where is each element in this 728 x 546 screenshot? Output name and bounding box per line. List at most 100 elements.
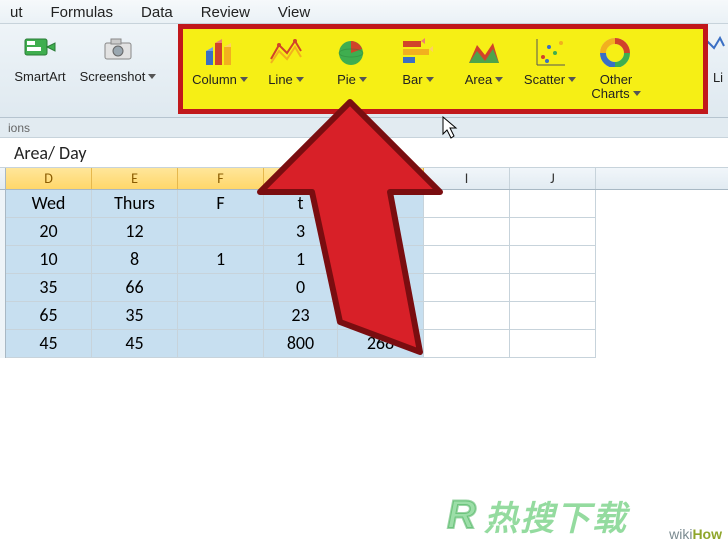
cell[interactable]: 606 [338, 218, 424, 246]
smartart-label: SmartArt [14, 70, 65, 84]
cell[interactable] [424, 246, 510, 274]
col-header-F[interactable]: F [178, 168, 264, 189]
scatter-chart-icon [533, 35, 567, 69]
pie-chart-icon [335, 35, 369, 69]
line-chart-label: Line [268, 73, 304, 87]
cell[interactable]: 35 [92, 302, 178, 330]
cell[interactable]: 10 [6, 246, 92, 274]
col-header-E[interactable]: E [92, 168, 178, 189]
cell[interactable] [424, 190, 510, 218]
screenshot-icon [101, 32, 135, 66]
cell[interactable]: 450 [338, 274, 424, 302]
cell[interactable]: 268 [338, 330, 424, 358]
table-row: 10 8 1 1 540 [0, 246, 728, 274]
cell[interactable]: 45 [6, 330, 92, 358]
tab-view[interactable]: View [278, 4, 310, 19]
formula-bar-value: Area/ Day [0, 142, 87, 164]
tab-cutoff[interactable]: ut [10, 4, 23, 19]
ribbon-tabs: ut Formulas Data Review View [0, 0, 728, 24]
cell[interactable]: 3 [264, 218, 338, 246]
cell[interactable]: 20 [6, 218, 92, 246]
cell[interactable] [424, 274, 510, 302]
ribbon-group-illustrations: SmartArt Screenshot [0, 26, 164, 117]
other-charts-label-2: Charts [591, 87, 640, 101]
cell[interactable]: 661 [338, 302, 424, 330]
cell[interactable]: 65 [6, 302, 92, 330]
tab-review[interactable]: Review [201, 4, 250, 19]
cell[interactable]: 0 [264, 274, 338, 302]
column-chart-button[interactable]: Column [187, 31, 253, 87]
scatter-chart-label: Scatter [524, 73, 576, 87]
table-row: 20 12 3 606 [0, 218, 728, 246]
cell[interactable]: 23 [264, 302, 338, 330]
cell[interactable] [424, 218, 510, 246]
grid-rows: Wed Thurs F t Sun 20 12 3 606 10 8 1 1 5… [0, 190, 728, 358]
watermark-wiki: wiki [669, 526, 692, 542]
cell[interactable]: Wed [6, 190, 92, 218]
bar-chart-icon [401, 35, 435, 69]
spreadsheet: D E F G H I J Wed Thurs F t Sun 20 12 3 … [0, 168, 728, 358]
area-chart-button[interactable]: Area [451, 31, 517, 87]
smartart-button[interactable]: SmartArt [4, 28, 76, 84]
formula-bar[interactable]: Area/ Day [0, 138, 728, 168]
area-chart-icon [467, 35, 501, 69]
cell[interactable]: Thurs [92, 190, 178, 218]
tab-data[interactable]: Data [141, 4, 173, 19]
column-chart-label: Column [192, 73, 248, 87]
cell[interactable]: 35 [6, 274, 92, 302]
cell[interactable]: F [178, 190, 264, 218]
cell[interactable]: 66 [92, 274, 178, 302]
cell[interactable] [178, 302, 264, 330]
line-chart-button[interactable]: Line [253, 31, 319, 87]
col-header-H[interactable]: H [338, 168, 424, 189]
col-header-I[interactable]: I [424, 168, 510, 189]
cell[interactable] [178, 330, 264, 358]
col-header-D[interactable]: D [6, 168, 92, 189]
pie-chart-button[interactable]: Pie [319, 31, 385, 87]
col-header-J[interactable]: J [510, 168, 596, 189]
screenshot-button[interactable]: Screenshot [76, 28, 160, 84]
bar-chart-button[interactable]: Bar [385, 31, 451, 87]
table-row: 65 35 23 661 [0, 302, 728, 330]
cell[interactable] [510, 190, 596, 218]
line-chart-icon [269, 35, 303, 69]
other-charts-icon [599, 35, 633, 69]
cell[interactable] [510, 274, 596, 302]
table-row: 45 45 800 268 [0, 330, 728, 358]
cell[interactable]: 800 [264, 330, 338, 358]
cell[interactable] [424, 302, 510, 330]
cell[interactable] [510, 330, 596, 358]
cell[interactable] [178, 218, 264, 246]
area-chart-label: Area [465, 73, 503, 87]
sparkline-line-button-cutoff[interactable]: Li [708, 24, 728, 114]
ribbon-group-charts-highlight: Column Line Pie Bar Area Scatter Other [178, 24, 708, 114]
tab-formulas[interactable]: Formulas [51, 4, 114, 19]
bar-chart-label: Bar [402, 73, 433, 87]
col-header-G[interactable]: G [264, 168, 338, 189]
cell[interactable]: 1 [178, 246, 264, 274]
cell[interactable] [510, 302, 596, 330]
cell[interactable] [510, 218, 596, 246]
watermark-cn-text: 热搜下载 [484, 491, 628, 540]
illustrations-group-label-cutoff: ions [0, 121, 30, 135]
cell[interactable]: Sun [338, 190, 424, 218]
watermark-cn: R 热搜下载 [447, 491, 628, 540]
column-chart-icon [203, 35, 237, 69]
watermark-wikihow: wikiHow [669, 526, 722, 542]
cell[interactable]: 540 [338, 246, 424, 274]
scatter-chart-button[interactable]: Scatter [517, 31, 583, 87]
cell[interactable] [424, 330, 510, 358]
cell[interactable] [178, 274, 264, 302]
cell[interactable] [510, 246, 596, 274]
cell[interactable]: 12 [92, 218, 178, 246]
other-charts-label-1: Other [600, 73, 633, 87]
cell[interactable]: 8 [92, 246, 178, 274]
pie-chart-label: Pie [337, 73, 367, 87]
other-charts-button[interactable]: Other Charts [583, 31, 649, 102]
table-row: 35 66 0 450 [0, 274, 728, 302]
cell[interactable]: 1 [264, 246, 338, 274]
sparkline-line-label-cutoff: Li [713, 70, 723, 85]
watermark-how: How [692, 526, 722, 542]
cell[interactable]: t [264, 190, 338, 218]
cell[interactable]: 45 [92, 330, 178, 358]
